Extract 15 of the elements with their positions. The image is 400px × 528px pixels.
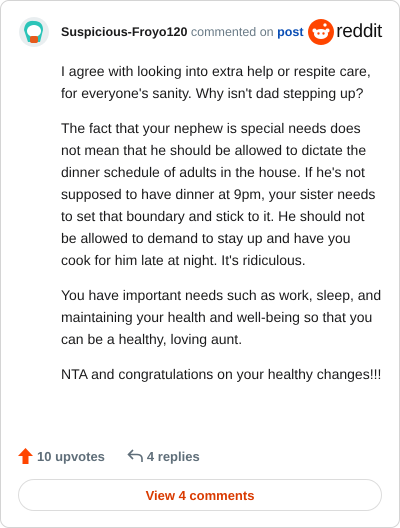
action-text: commented on [190,25,274,39]
comment-paragraph: The fact that your nephew is special needs does not mean that he should be allowed to dictate the dinner schedule of adults in the house. If he's not supposed to have dinner at 9pm, your sister needs to set that boundary and stick to it. He should not be allowed to demand to stay up and have you cook for him late at night. It's ridiculous. [61,119,376,270]
comment-paragraph: You have important needs such as work, sleep, and maintaining your health and well-being so that you can be a healthy, loving aunt. [61,286,382,349]
post-link[interactable]: post [277,25,304,39]
username[interactable]: Suspicious-Froyo120 [61,25,188,39]
reply-arrow-icon[interactable] [126,449,143,463]
upvote-arrow-icon[interactable] [18,448,33,464]
reply-count: 4 replies [146,448,200,464]
comment-paragraph: NTA and congratulations on your healthy changes!!! [61,365,382,384]
reddit-logo-icon [308,19,334,45]
brand-name: reddit [336,21,382,43]
avatar-icon [18,16,50,48]
view-comments-button[interactable]: View 4 comments [18,479,382,511]
upvote-count: 10 upvotes [37,448,105,464]
comment-paragraph: I agree with looking into extra help or respite care, for everyone's sanity. Why isn't dad stepping up? [61,62,372,103]
